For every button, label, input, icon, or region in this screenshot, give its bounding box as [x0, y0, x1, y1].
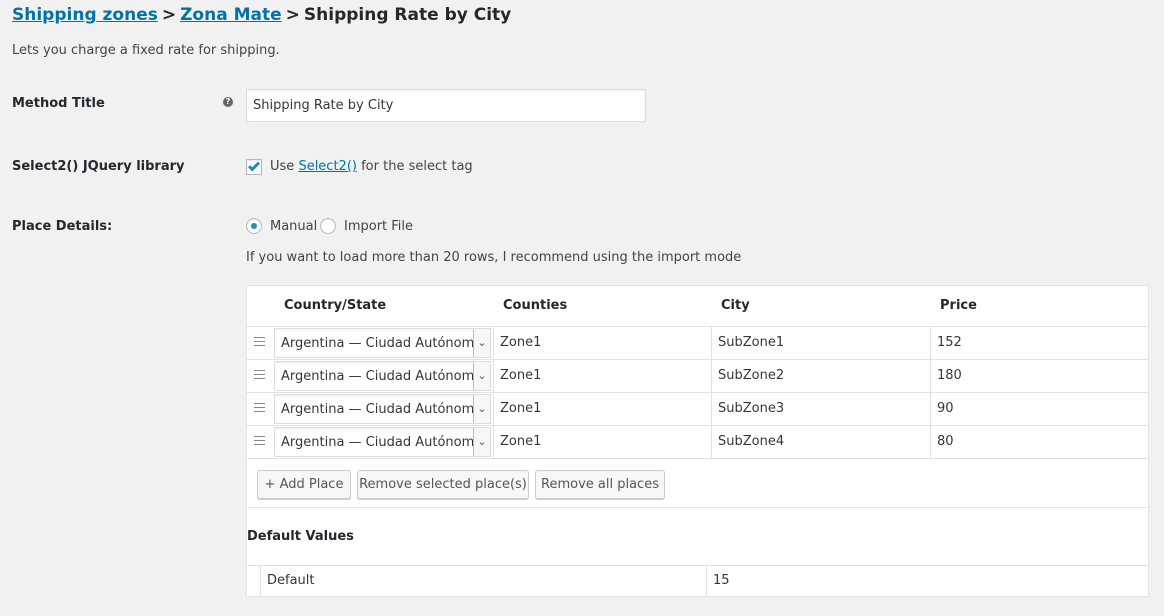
drag-handle-icon[interactable]	[254, 436, 265, 448]
table-row[interactable]: Argentina — Ciudad Autónoma de Buenos Ai…	[247, 359, 1148, 392]
chevron-down-icon[interactable]: ⌄	[473, 329, 490, 357]
add-place-button[interactable]: + Add Place	[257, 470, 351, 499]
county-cell[interactable]: Zone1	[493, 393, 711, 425]
table-divider	[247, 458, 1148, 459]
page-title: Shipping Rate by City	[303, 5, 512, 25]
breadcrumb-separator: >	[161, 5, 177, 25]
select2-checkbox[interactable]	[246, 159, 262, 175]
place-details-hint: If you want to load more than 20 rows, I…	[246, 250, 742, 265]
county-cell[interactable]: Zone1	[493, 327, 711, 359]
breadcrumb-link-zone[interactable]: Zona Mate	[180, 5, 282, 25]
page-description: Lets you charge a fixed rate for shippin…	[12, 43, 280, 58]
city-cell[interactable]: SubZone4	[711, 426, 930, 458]
remove-all-places-button[interactable]: Remove all places	[535, 470, 665, 499]
table-row[interactable]: Argentina — Ciudad Autónoma de Buenos Ai…	[247, 392, 1148, 425]
radio-import-file[interactable]	[320, 218, 336, 234]
select2-text-after: for the select tag	[361, 159, 473, 174]
select2-link[interactable]: Select2()	[298, 159, 357, 174]
country-select[interactable]: Argentina — Ciudad Autónoma de Buenos Ai…	[274, 427, 491, 457]
country-select-value: Argentina — Ciudad Autónoma de Buenos Ai…	[281, 435, 473, 450]
radio-manual-label[interactable]: Manual	[270, 219, 317, 234]
drag-handle-icon[interactable]	[254, 337, 265, 349]
chevron-down-icon[interactable]: ⌄	[473, 362, 490, 390]
city-cell[interactable]: SubZone1	[711, 327, 930, 359]
method-title-label: Method Title	[12, 96, 105, 111]
breadcrumb-separator: >	[285, 5, 300, 25]
default-value-field[interactable]: 15	[706, 566, 1148, 596]
places-table: Country/State Counties City Price Argent…	[246, 285, 1149, 508]
radio-selected-dot	[251, 223, 257, 229]
price-cell[interactable]: 180	[930, 360, 1148, 392]
price-cell[interactable]: 80	[930, 426, 1148, 458]
header-counties: Counties	[503, 298, 568, 313]
radio-import-file-label[interactable]: Import File	[344, 219, 413, 234]
default-values-section: Default Values Default 15	[246, 508, 1149, 597]
country-select-value: Argentina — Ciudad Autónoma de Buenos Ai…	[281, 369, 473, 384]
select2-text-before: Use	[270, 159, 295, 174]
county-cell[interactable]: Zone1	[493, 360, 711, 392]
country-select[interactable]: Argentina — Ciudad Autónoma de Buenos Ai…	[274, 394, 491, 424]
drag-handle-icon[interactable]	[254, 370, 265, 382]
country-select[interactable]: Argentina — Ciudad Autónoma de Buenos Ai…	[274, 361, 491, 391]
county-cell[interactable]: Zone1	[493, 426, 711, 458]
table-row[interactable]: Argentina — Ciudad Autónoma de Buenos Ai…	[247, 326, 1148, 359]
country-select-value: Argentina — Ciudad Autónoma de Buenos Ai…	[281, 402, 473, 417]
header-city: City	[721, 298, 750, 313]
country-select-value: Argentina — Ciudad Autónoma de Buenos Ai…	[281, 336, 473, 351]
chevron-down-icon[interactable]: ⌄	[473, 395, 490, 423]
city-cell[interactable]: SubZone2	[711, 360, 930, 392]
method-title-input[interactable]: Shipping Rate by City	[246, 89, 646, 122]
drag-handle-icon[interactable]	[254, 403, 265, 415]
breadcrumb: Shipping zones > Zona Mate > Shipping Rate b…	[12, 5, 511, 25]
country-select[interactable]: Argentina — Ciudad Autónoma de Buenos Ai…	[274, 328, 491, 358]
header-price: Price	[940, 298, 977, 313]
place-details-label: Place Details:	[12, 219, 113, 234]
chevron-down-icon[interactable]: ⌄	[473, 428, 490, 456]
city-cell[interactable]: SubZone3	[711, 393, 930, 425]
price-cell[interactable]: 90	[930, 393, 1148, 425]
remove-selected-places-button[interactable]: Remove selected place(s)	[357, 470, 529, 499]
radio-manual[interactable]	[246, 218, 262, 234]
breadcrumb-link-shipping-zones[interactable]: Shipping zones	[12, 5, 158, 25]
header-country-state: Country/State	[284, 298, 387, 313]
default-values-title: Default Values	[247, 529, 354, 544]
help-icon[interactable]: ?	[223, 97, 233, 107]
table-row[interactable]: Argentina — Ciudad Autónoma de Buenos Ai…	[247, 425, 1148, 458]
select2-description: Use Select2() for the select tag	[270, 159, 473, 174]
default-label: Default	[260, 566, 706, 596]
select2-label: Select2() JQuery library	[12, 159, 185, 174]
default-row: Default 15	[247, 565, 1148, 596]
checkmark-icon	[247, 159, 261, 172]
price-cell[interactable]: 152	[930, 327, 1148, 359]
